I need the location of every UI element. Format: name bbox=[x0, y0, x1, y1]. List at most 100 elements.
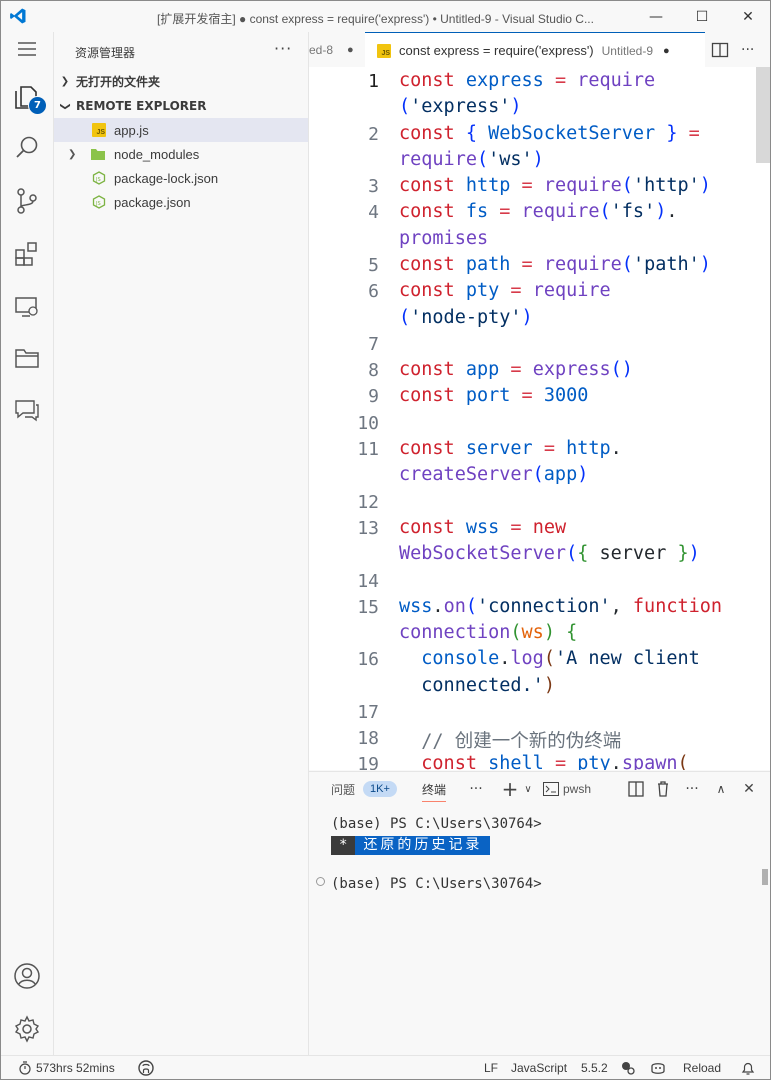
chevron-right-icon: ❯ bbox=[68, 148, 77, 160]
code-line: require('ws') bbox=[399, 149, 544, 170]
minimize-button[interactable]: — bbox=[633, 1, 679, 32]
terminal-scrollbar[interactable] bbox=[762, 869, 768, 885]
settings-gear-icon[interactable] bbox=[1, 1005, 53, 1053]
tab-untitled-8[interactable]: ed-8 ● bbox=[309, 32, 364, 67]
line-number: 12 bbox=[357, 492, 379, 513]
dirty-dot-icon: ● bbox=[347, 43, 354, 56]
split-terminal-icon[interactable] bbox=[625, 779, 647, 799]
terminal-profile-pwsh[interactable]: pwsh bbox=[543, 772, 591, 806]
editor-scrollbar[interactable] bbox=[756, 67, 770, 163]
line-number: 19 bbox=[357, 754, 379, 770]
more-actions-icon[interactable]: ··· bbox=[741, 42, 754, 58]
code-line: const { WebSocketServer } = bbox=[399, 123, 700, 144]
code-line: createServer(app) bbox=[399, 464, 589, 485]
line-number: 18 bbox=[357, 728, 379, 749]
trash-icon[interactable] bbox=[652, 779, 674, 799]
chevron-down-icon[interactable]: ∨ bbox=[517, 779, 539, 799]
language-mode[interactable]: JavaScript bbox=[511, 1056, 567, 1079]
npm-json-icon: JS bbox=[92, 171, 106, 185]
status-bar: 573hrs 52mins LF JavaScript 5.5.2 Reload bbox=[1, 1055, 770, 1079]
chevron-up-icon[interactable]: ∧ bbox=[710, 779, 732, 799]
line-number: 7 bbox=[368, 334, 379, 355]
line-number: 14 bbox=[357, 571, 379, 592]
github-icon[interactable] bbox=[138, 1056, 154, 1079]
line-number: 11 bbox=[357, 439, 379, 460]
problems-count-badge: 1K+ bbox=[363, 781, 397, 797]
line-number: 16 bbox=[357, 649, 379, 670]
code-line: ('node-pty') bbox=[399, 307, 533, 328]
line-number: 13 bbox=[357, 518, 379, 539]
code-line: const express = require bbox=[399, 70, 656, 91]
code-line: const port = 3000 bbox=[399, 385, 589, 406]
line-number: 6 bbox=[368, 281, 379, 302]
reload-button[interactable]: Reload bbox=[683, 1056, 721, 1079]
code-line: console.log('A new client bbox=[421, 648, 700, 669]
folder-icon[interactable] bbox=[1, 334, 53, 382]
explorer-icon[interactable]: 7 bbox=[1, 72, 53, 120]
tab-terminal[interactable]: 终端 bbox=[422, 772, 447, 806]
line-number: 10 bbox=[357, 413, 379, 434]
extensions-icon[interactable] bbox=[1, 230, 53, 278]
line-number: 5 bbox=[368, 255, 379, 276]
braces-icon[interactable] bbox=[621, 1056, 635, 1079]
svg-text:JS: JS bbox=[95, 177, 101, 183]
tab-problems[interactable]: 问题 1K+ bbox=[331, 772, 397, 806]
tab-untitled-9[interactable]: JS const express = require('express') Un… bbox=[365, 32, 705, 68]
close-window-button[interactable]: ✕ bbox=[725, 1, 770, 32]
section-remote-explorer[interactable]: ❯ REMOTE EXPLORER bbox=[54, 95, 308, 117]
terminal-prompt[interactable]: (base) PS C:\Users\30764> bbox=[331, 876, 542, 892]
code-line: connection(ws) { bbox=[399, 622, 578, 643]
circle-decoration-icon bbox=[316, 877, 325, 886]
time-tracker[interactable]: 573hrs 52mins bbox=[19, 1056, 115, 1079]
terminal-line: (base) PS C:\Users\30764> bbox=[331, 816, 542, 832]
split-editor-icon[interactable] bbox=[711, 42, 729, 58]
js-file-icon: JS bbox=[92, 123, 106, 137]
more-actions-icon[interactable]: ··· bbox=[681, 779, 703, 799]
code-line: WebSocketServer({ server }) bbox=[399, 543, 700, 564]
sidebar-title: 资源管理器 bbox=[75, 46, 136, 60]
vscode-window: [扩展开发宿主] ● const express = require('expr… bbox=[0, 0, 771, 1080]
close-panel-icon[interactable]: ✕ bbox=[738, 779, 760, 799]
search-icon[interactable] bbox=[1, 124, 53, 172]
code-editor[interactable]: 1 2 3 4 5 6 7 8 9 10 11 12 13 14 15 16 1… bbox=[309, 67, 770, 770]
restored-history-banner: * 还原的历史记录 bbox=[331, 836, 491, 855]
code-line: const pty = require bbox=[399, 280, 611, 301]
line-number: 1 bbox=[368, 71, 379, 92]
tree-item-node-modules[interactable]: ❯ node_modules bbox=[54, 142, 308, 166]
copilot-icon[interactable] bbox=[649, 1056, 667, 1079]
js-file-icon: JS bbox=[377, 43, 391, 58]
tree-item-package-lock[interactable]: JS package-lock.json bbox=[54, 166, 308, 190]
code-line: const http = require('http') bbox=[399, 175, 711, 196]
code-line: ('express') bbox=[399, 96, 522, 117]
npm-json-icon: JS bbox=[92, 195, 106, 209]
line-number: 15 bbox=[357, 597, 379, 618]
explorer-badge: 7 bbox=[28, 96, 47, 115]
account-icon[interactable] bbox=[1, 952, 53, 1000]
eol-indicator[interactable]: LF bbox=[484, 1056, 498, 1079]
remote-explorer-icon[interactable] bbox=[1, 283, 53, 331]
window-title: [扩展开发宿主] ● const express = require('expr… bbox=[157, 12, 594, 26]
chevron-right-icon: ❯ bbox=[60, 75, 70, 87]
menu-icon[interactable] bbox=[1, 25, 53, 73]
code-line: const fs = require('fs'). bbox=[399, 201, 678, 222]
tree-item-app-js[interactable]: JS app.js bbox=[54, 118, 308, 142]
chat-icon[interactable] bbox=[1, 386, 53, 434]
more-tabs-icon[interactable]: ··· bbox=[465, 779, 487, 799]
line-number: 2 bbox=[368, 124, 379, 145]
code-line: const shell = pty.spawn( bbox=[421, 753, 689, 770]
tree-item-package-json[interactable]: JS package.json bbox=[54, 190, 308, 214]
code-line: const wss = new bbox=[399, 517, 567, 538]
activity-bar: 7 bbox=[1, 32, 54, 1055]
code-line: wss.on('connection', function bbox=[399, 596, 723, 617]
more-actions-icon[interactable]: ··· bbox=[274, 39, 292, 58]
section-no-folder[interactable]: ❯ 无打开的文件夹 bbox=[54, 70, 308, 92]
notifications-bell-icon[interactable] bbox=[741, 1056, 755, 1079]
explorer-sidebar: 资源管理器 ··· ❯ 无打开的文件夹 ❯ REMOTE EXPLORER JS… bbox=[54, 32, 309, 1055]
dirty-dot-icon[interactable]: ● bbox=[663, 45, 670, 57]
ts-version[interactable]: 5.5.2 bbox=[581, 1056, 608, 1079]
code-line: const app = express() bbox=[399, 359, 633, 380]
maximize-button[interactable]: ☐ bbox=[679, 1, 725, 32]
code-line: // 创建一个新的伪终端 bbox=[421, 731, 622, 752]
chevron-down-icon: ❯ bbox=[59, 101, 71, 111]
source-control-icon[interactable] bbox=[1, 177, 53, 225]
